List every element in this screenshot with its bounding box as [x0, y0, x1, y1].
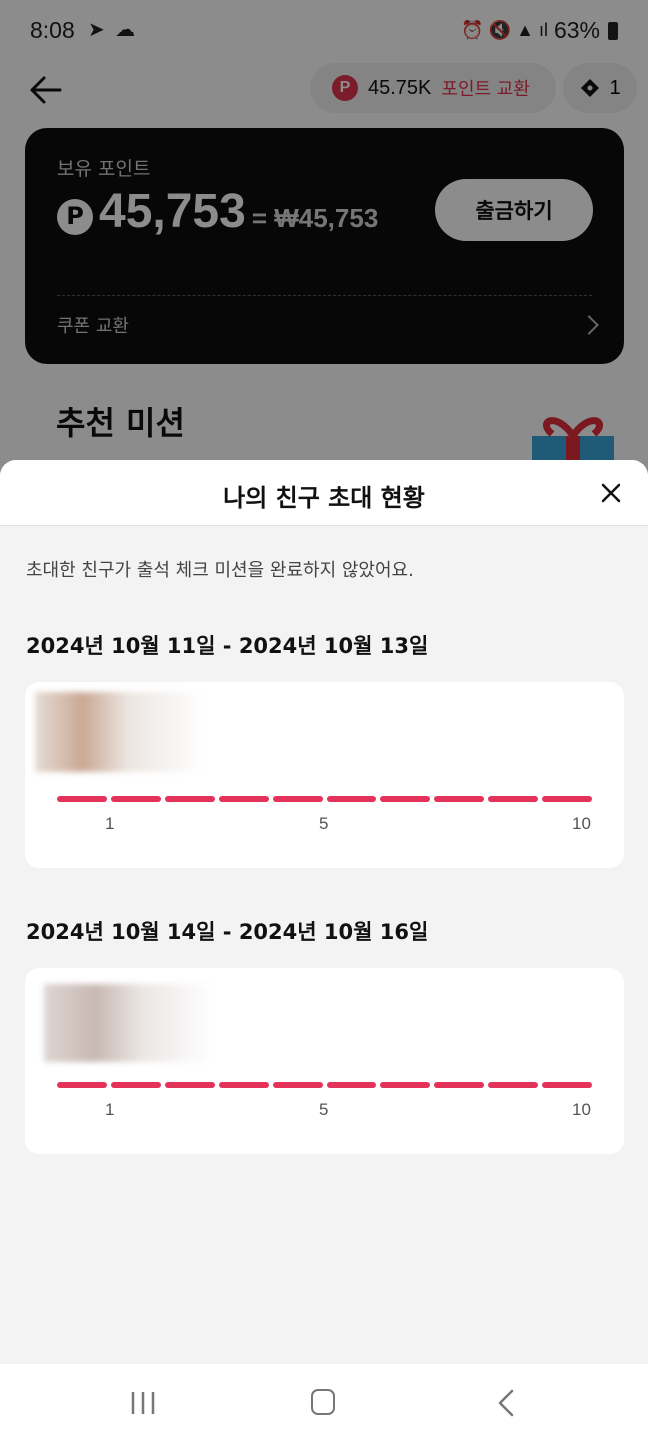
progress-segment: [57, 1082, 107, 1088]
nav-back-icon[interactable]: [496, 1388, 516, 1418]
tick-label: 5: [319, 1100, 329, 1119]
sheet-description: 초대한 친구가 출석 체크 미션을 완료하지 않았어요.: [26, 560, 414, 581]
progress-bar: [57, 1082, 593, 1088]
nav-home-icon[interactable]: [311, 1389, 335, 1415]
tick-label: 1: [105, 814, 115, 833]
progress-segment: [488, 1082, 539, 1088]
sheet-header: 나의 친구 초대 현황: [0, 460, 648, 526]
friend-card: 1 5 10: [25, 968, 624, 1154]
invite-status-sheet: 나의 친구 초대 현황 초대한 친구가 출석 체크 미션을 완료하지 않았어요.…: [0, 460, 648, 1364]
tick-label: 1: [105, 1100, 115, 1119]
period-label: 2024년 10월 11일 - 2024년 10월 13일: [26, 634, 429, 658]
progress-segment: [380, 1082, 431, 1088]
system-nav-bar: [0, 1364, 648, 1440]
progress-segment: [272, 796, 323, 802]
friend-card: 1 5 10: [25, 682, 624, 868]
progress-segment: [110, 1082, 161, 1088]
progress-segment: [380, 796, 431, 802]
progress-segment: [218, 796, 269, 802]
close-icon[interactable]: [600, 482, 622, 504]
progress-segment: [326, 1082, 377, 1088]
progress-segment: [542, 1082, 593, 1088]
progress-segment: [434, 1082, 485, 1088]
period-label: 2024년 10월 14일 - 2024년 10월 16일: [26, 920, 429, 944]
tick-label: 10: [572, 814, 591, 833]
friend-avatar-blurred: [35, 692, 205, 772]
progress-segment: [164, 796, 215, 802]
progress-segment: [57, 796, 107, 802]
nav-recent-icon[interactable]: [130, 1390, 156, 1416]
tick-label: 5: [319, 814, 329, 833]
progress-segment: [110, 796, 161, 802]
progress-segment: [164, 1082, 215, 1088]
progress-segment: [542, 796, 593, 802]
dim-overlay[interactable]: [0, 0, 648, 470]
progress-segment: [488, 796, 539, 802]
progress-bar: [57, 796, 593, 802]
sheet-title: 나의 친구 초대 현황: [223, 484, 425, 512]
progress-segment: [218, 1082, 269, 1088]
progress-segment: [326, 796, 377, 802]
progress-segment: [272, 1082, 323, 1088]
tick-label: 10: [572, 1100, 591, 1119]
friend-avatar-blurred: [44, 984, 214, 1062]
progress-segment: [434, 796, 485, 802]
